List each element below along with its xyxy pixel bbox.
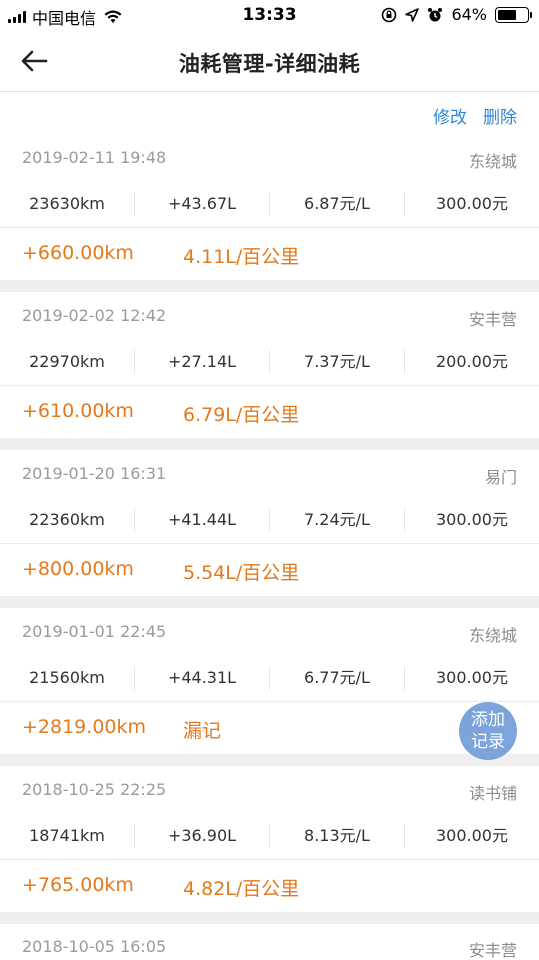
card-separator bbox=[0, 912, 539, 924]
record-fuel: +41.44L bbox=[167, 510, 237, 529]
add-record-label-line2: 记录 bbox=[471, 732, 505, 752]
record-amount: 300.00元 bbox=[436, 194, 508, 213]
status-right: 64% bbox=[381, 5, 532, 24]
record-station: 安丰营 bbox=[468, 310, 517, 329]
record-stats: 23630km +43.67L 6.87元/L 300.00元 bbox=[0, 180, 539, 228]
record-stats: 22970km +27.14L 7.37元/L 200.00元 bbox=[0, 338, 539, 386]
record-amount: 300.00元 bbox=[436, 826, 508, 845]
record-datetime: 2019-01-20 16:31 bbox=[22, 464, 167, 483]
record-card[interactable]: 2019-02-02 12:42 安丰营 22970km +27.14L 7.3… bbox=[0, 292, 539, 438]
record-distance: +610.00km bbox=[22, 400, 134, 422]
record-header: 2019-01-20 16:31 易门 bbox=[0, 450, 539, 496]
record-result: +800.00km 5.54L/百公里 bbox=[0, 544, 539, 596]
delete-button[interactable]: 删除 bbox=[483, 103, 517, 128]
status-bar: 中国电信 13:33 64% bbox=[0, 0, 539, 30]
record-header: 2019-01-01 22:45 东绕城 bbox=[0, 608, 539, 654]
record-amount: 200.00元 bbox=[436, 352, 508, 371]
record-consumption: 漏记 bbox=[183, 720, 222, 742]
add-record-button[interactable]: 添加 记录 bbox=[459, 702, 517, 760]
record-consumption: 6.79L/百公里 bbox=[183, 404, 300, 426]
record-odometer: 22360km bbox=[29, 510, 105, 529]
record-distance: +800.00km bbox=[22, 558, 134, 580]
nav-bar: 油耗管理-详细油耗 bbox=[0, 30, 539, 92]
edit-button[interactable]: 修改 bbox=[433, 103, 467, 128]
record-card[interactable]: 2018-10-25 22:25 读书铺 18741km +36.90L 8.1… bbox=[0, 766, 539, 912]
card-separator bbox=[0, 280, 539, 292]
record-header: 2019-02-02 12:42 安丰营 bbox=[0, 292, 539, 338]
record-distance: +2819.00km bbox=[22, 716, 147, 738]
record-actions: 修改 删除 bbox=[0, 92, 539, 134]
record-datetime: 2018-10-05 16:05 bbox=[22, 937, 167, 956]
record-stats: 18741km +36.90L 8.13元/L 300.00元 bbox=[0, 812, 539, 860]
record-station: 东绕城 bbox=[468, 626, 517, 645]
record-odometer: 22970km bbox=[29, 352, 105, 371]
record-stats: 21560km +44.31L 6.77元/L 300.00元 bbox=[0, 654, 539, 702]
record-fuel: +43.67L bbox=[167, 194, 237, 213]
record-result: +610.00km 6.79L/百公里 bbox=[0, 386, 539, 438]
battery-icon bbox=[495, 6, 532, 23]
record-card[interactable]: 2019-02-11 19:48 东绕城 23630km +43.67L 6.8… bbox=[0, 134, 539, 280]
record-consumption: 5.54L/百公里 bbox=[183, 562, 300, 584]
record-distance: +765.00km bbox=[22, 874, 134, 896]
record-result: +765.00km 4.82L/百公里 bbox=[0, 860, 539, 912]
record-station: 安丰营 bbox=[468, 941, 517, 960]
record-datetime: 2019-02-11 19:48 bbox=[22, 148, 167, 167]
record-distance: +660.00km bbox=[22, 242, 134, 264]
record-header: 2018-10-25 22:25 读书铺 bbox=[0, 766, 539, 812]
record-consumption: 4.82L/百公里 bbox=[183, 878, 300, 900]
alarm-icon bbox=[428, 7, 443, 21]
card-separator bbox=[0, 754, 539, 766]
record-odometer: 23630km bbox=[29, 194, 105, 213]
record-amount: 300.00元 bbox=[436, 668, 508, 687]
record-datetime: 2019-01-01 22:45 bbox=[22, 622, 167, 641]
record-amount: 300.00元 bbox=[436, 510, 508, 529]
record-result: +660.00km 4.11L/百公里 bbox=[0, 228, 539, 280]
record-price: 6.87元/L bbox=[304, 194, 370, 213]
record-card[interactable]: 2018-10-05 16:05 安丰营 bbox=[0, 924, 539, 960]
page-title: 油耗管理-详细油耗 bbox=[178, 52, 361, 76]
record-odometer: 21560km bbox=[29, 668, 105, 687]
record-price: 7.37元/L bbox=[304, 352, 370, 371]
record-header: 2018-10-05 16:05 安丰营 bbox=[0, 924, 539, 960]
card-separator bbox=[0, 438, 539, 450]
rotation-lock-icon bbox=[382, 7, 397, 22]
add-record-label-line1: 添加 bbox=[471, 710, 505, 730]
card-separator bbox=[0, 596, 539, 608]
record-stats: 22360km +41.44L 7.24元/L 300.00元 bbox=[0, 496, 539, 544]
record-station: 东绕城 bbox=[468, 152, 517, 171]
record-price: 6.77元/L bbox=[304, 668, 370, 687]
battery-percent: 64% bbox=[451, 5, 487, 24]
record-header: 2019-02-11 19:48 东绕城 bbox=[0, 134, 539, 180]
record-price: 8.13元/L bbox=[304, 826, 370, 845]
record-fuel: +36.90L bbox=[167, 826, 237, 845]
record-price: 7.24元/L bbox=[304, 510, 370, 529]
record-datetime: 2018-10-25 22:25 bbox=[22, 780, 167, 799]
location-icon bbox=[405, 7, 420, 22]
record-odometer: 18741km bbox=[29, 826, 105, 845]
record-fuel: +44.31L bbox=[167, 668, 237, 687]
record-station: 易门 bbox=[484, 468, 517, 487]
record-consumption: 4.11L/百公里 bbox=[183, 246, 300, 268]
record-datetime: 2019-02-02 12:42 bbox=[22, 306, 167, 325]
record-station: 读书铺 bbox=[468, 784, 517, 803]
record-fuel: +27.14L bbox=[167, 352, 237, 371]
record-card[interactable]: 2019-01-20 16:31 易门 22360km +41.44L 7.24… bbox=[0, 450, 539, 596]
